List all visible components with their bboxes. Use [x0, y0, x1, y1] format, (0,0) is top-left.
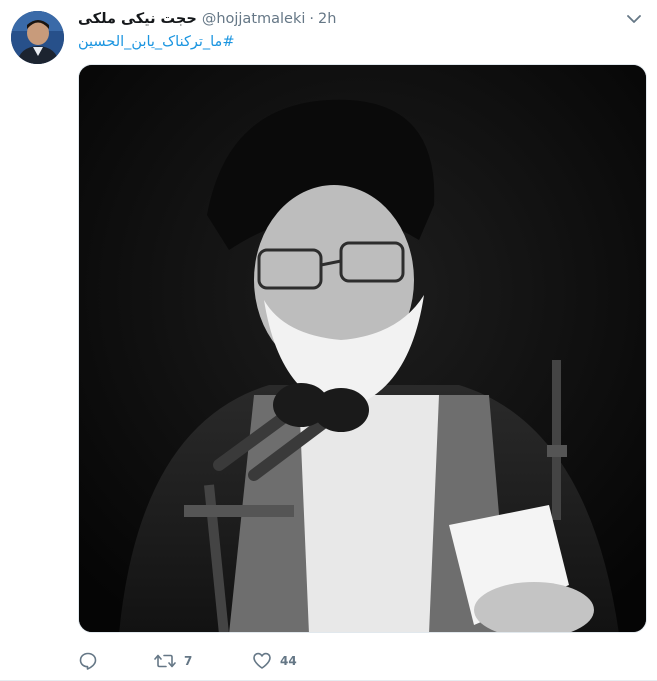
like-button[interactable]: 44 [252, 651, 332, 671]
tweet-text: #ما_ترکناک_یابن_الحسین [78, 32, 234, 52]
tweet-photo[interactable] [78, 64, 647, 633]
reply-button[interactable] [78, 651, 154, 671]
timestamp[interactable]: 2h [318, 11, 336, 27]
heart-icon [253, 652, 271, 669]
display-name[interactable]: حجت نیکی ملکی [78, 11, 197, 27]
retweet-icon [154, 654, 176, 668]
retweet-count: 7 [184, 654, 193, 668]
separator-dot: · [309, 11, 314, 27]
chevron-down-icon[interactable] [625, 10, 643, 28]
reply-icon [79, 652, 97, 670]
tweet-header: حجت نیکی ملکی @hojjatmaleki · 2h [78, 9, 336, 29]
tweet-actions: 7 44 [78, 648, 332, 674]
retweet-button[interactable]: 7 [154, 651, 252, 671]
user-handle[interactable]: @hojjatmaleki [202, 11, 306, 27]
tweet: حجت نیکی ملکی @hojjatmaleki · 2h #ما_ترک… [0, 0, 657, 681]
avatar[interactable] [11, 11, 64, 64]
like-count: 44 [280, 654, 297, 668]
hashtag-link[interactable]: #ما_ترکناک_یابن_الحسین [78, 34, 234, 50]
